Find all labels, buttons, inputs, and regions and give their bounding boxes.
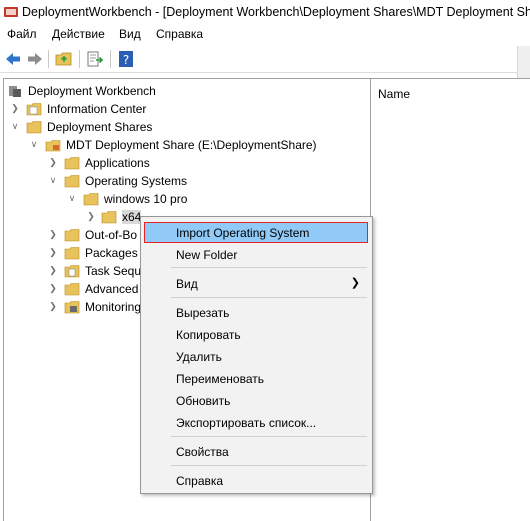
chevron-right-icon[interactable]: ❯: [86, 211, 96, 221]
chevron-right-icon[interactable]: ❯: [48, 157, 58, 167]
tree-node-x64[interactable]: ❯ x64: [4, 208, 144, 226]
folder-icon: [64, 247, 80, 260]
chevron-down-icon[interactable]: ∨: [67, 193, 77, 203]
menu-item-copy[interactable]: Копировать: [176, 328, 241, 342]
chevron-right-icon[interactable]: ❯: [48, 247, 58, 257]
chevron-down-icon[interactable]: ∨: [29, 139, 39, 149]
tree-node-packages[interactable]: ❯ Packages: [4, 244, 144, 262]
menu-separator: [171, 297, 367, 298]
menu-view[interactable]: Вид: [119, 27, 141, 41]
menu-help[interactable]: Справка: [156, 27, 203, 41]
back-arrow-icon[interactable]: [4, 50, 22, 68]
submenu-arrow-icon: ❯: [350, 277, 360, 289]
tree-node-out-of-box-drivers[interactable]: ❯ Out-of-Bo: [4, 226, 144, 244]
menu-separator: [171, 465, 367, 466]
chevron-right-icon[interactable]: ❯: [10, 103, 20, 113]
folder-icon: [64, 229, 80, 242]
folder-icon: [64, 157, 80, 170]
chevron-right-icon[interactable]: ❯: [48, 301, 58, 311]
menu-item-export-list[interactable]: Экспортировать список...: [176, 416, 316, 430]
folder-icon: [83, 193, 99, 206]
column-header-name[interactable]: Name: [378, 87, 410, 101]
deployment-share-icon: [45, 140, 61, 152]
menu-item-cut[interactable]: Вырезать: [176, 306, 229, 320]
folder-icon: [64, 175, 80, 188]
toolbar-separator: [110, 50, 111, 68]
tree-node-mdt-deployment-share[interactable]: ∨ MDT Deployment Share (E:\DeploymentSha…: [4, 136, 334, 154]
folder-icon: [64, 283, 80, 296]
menu-item-new-folder[interactable]: New Folder: [176, 248, 237, 262]
menu-file[interactable]: Файл: [7, 27, 37, 41]
title-bar: DeploymentWorkbench - [Deployment Workbe…: [0, 0, 530, 25]
tree-node-task-sequences[interactable]: ❯ Task Seque: [4, 262, 148, 280]
tree-node-deployment-shares[interactable]: ∨ Deployment Shares: [4, 118, 204, 136]
up-folder-icon[interactable]: [55, 50, 73, 68]
chevron-down-icon[interactable]: ∨: [10, 121, 20, 131]
menu-item-refresh[interactable]: Обновить: [176, 394, 230, 408]
chevron-right-icon[interactable]: ❯: [48, 265, 58, 275]
help-icon[interactable]: ?: [117, 50, 135, 68]
folder-icon: [26, 121, 42, 134]
tree-node-monitoring[interactable]: ❯ Monitoring: [4, 298, 144, 316]
menu-item-delete[interactable]: Удалить: [176, 350, 222, 364]
window-title: DeploymentWorkbench - [Deployment Workbe…: [22, 5, 530, 19]
chevron-down-icon[interactable]: ∨: [48, 175, 58, 185]
toolbar: ?: [0, 46, 530, 73]
menu-item-help[interactable]: Справка: [176, 474, 223, 488]
monitoring-icon: [64, 301, 80, 314]
tree-node-operating-systems[interactable]: ∨ Operating Systems: [4, 172, 204, 190]
list-pane: Name: [370, 78, 530, 521]
menu-item-properties[interactable]: Свойства: [176, 445, 229, 459]
folder-icon: [26, 103, 42, 116]
menu-item-import-operating-system[interactable]: Import Operating System: [176, 226, 309, 240]
menu-item-rename[interactable]: Переименовать: [176, 372, 264, 386]
menu-item-view[interactable]: Вид: [176, 277, 198, 291]
forward-arrow-icon[interactable]: [26, 50, 44, 68]
tree-node-information-center[interactable]: ❯ Information Center: [4, 100, 204, 118]
chevron-right-icon[interactable]: ❯: [48, 283, 58, 293]
tree-node-applications[interactable]: ❯ Applications: [4, 154, 204, 172]
app-icon: [4, 7, 18, 17]
task-sequence-icon: [64, 265, 80, 278]
menu-separator: [171, 436, 367, 437]
menu-separator: [171, 267, 367, 268]
tree-node-deployment-workbench[interactable]: Deployment Workbench: [4, 82, 204, 100]
workbench-icon: [9, 86, 21, 97]
context-menu: Import Operating System New Folder Вид ❯…: [140, 216, 373, 494]
tree-node-advanced-configuration[interactable]: ❯ Advanced: [4, 280, 144, 298]
tree-node-windows-10-pro[interactable]: ∨ windows 10 pro: [4, 190, 224, 208]
svg-text:?: ?: [123, 53, 129, 67]
toolbar-separator: [79, 50, 80, 68]
export-list-icon[interactable]: [86, 50, 104, 68]
menu-bar: Файл Действие Вид Справка: [0, 24, 530, 44]
chevron-right-icon[interactable]: ❯: [48, 229, 58, 239]
toolbar-separator: [48, 50, 49, 68]
folder-icon: [101, 211, 117, 224]
menu-action[interactable]: Действие: [52, 27, 105, 41]
